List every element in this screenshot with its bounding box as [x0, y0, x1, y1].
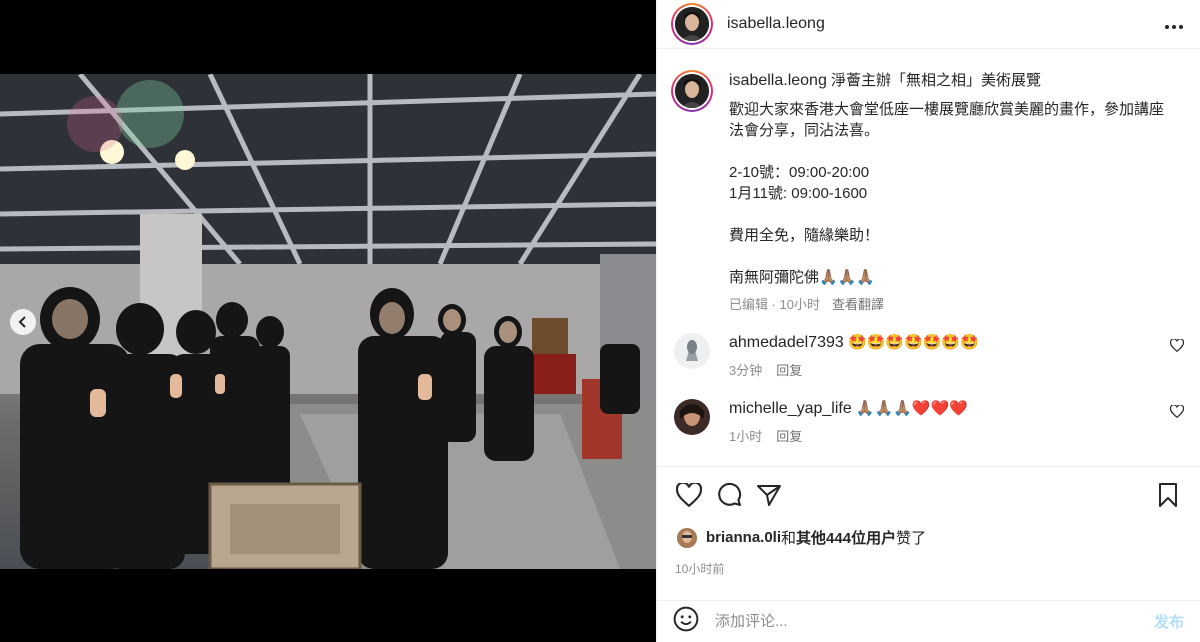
post-header: isabella.leong	[657, 0, 1200, 49]
likes-suffix: 赞了	[896, 530, 927, 547]
likes-joiner: 和	[781, 530, 797, 547]
post-caption: isabella.leong 淨薈主辦「無相之相」美術展覽 歡迎大家來香港大會堂…	[671, 70, 1184, 313]
avatar-image	[675, 7, 709, 41]
heart-icon	[1169, 404, 1185, 419]
emoji-button[interactable]	[673, 606, 699, 637]
avatar-image	[675, 74, 709, 108]
add-comment-bar: 发布	[657, 600, 1200, 642]
likes-summary: brianna.0li 和其他444位用户 赞了	[677, 527, 926, 548]
commenter-avatar[interactable]	[674, 399, 710, 435]
avatar-image	[677, 527, 697, 548]
comment-item: michelle_yap_life 🙏🏽🙏🏽🙏🏽❤️❤️❤️ 1小时 回复	[671, 399, 1185, 445]
comment-time: 1小时	[729, 429, 763, 444]
carousel-prev-button[interactable]	[10, 309, 36, 335]
likes-count[interactable]: 其他444位用户	[796, 527, 896, 548]
heart-icon	[676, 482, 702, 507]
bookmark-icon	[1159, 482, 1177, 507]
share-button[interactable]	[749, 475, 789, 515]
photo-illustration	[0, 74, 656, 569]
comment-like-button[interactable]	[1169, 404, 1185, 423]
like-button[interactable]	[669, 475, 709, 515]
caption-text: 歡迎大家來香港大會堂低座一樓展覽廳欣賞美麗的畫作，參加講座法會分享，同沾法喜。 …	[729, 101, 1165, 286]
comments-list[interactable]: isabella.leong 淨薈主辦「無相之相」美術展覽 歡迎大家來香港大會堂…	[657, 58, 1200, 458]
media-panel	[0, 0, 656, 642]
emoji-icon	[673, 606, 699, 632]
post-comment-button[interactable]: 发布	[1154, 611, 1184, 632]
author-avatar[interactable]	[671, 3, 713, 45]
commenter-avatar[interactable]	[674, 333, 710, 369]
post-timestamp[interactable]: 10小时前	[675, 560, 724, 577]
author-username[interactable]: isabella.leong	[727, 15, 825, 33]
caption-username[interactable]: isabella.leong	[729, 72, 827, 89]
chevron-left-icon	[18, 316, 26, 328]
caption-author-avatar[interactable]	[671, 70, 713, 112]
see-translation-button[interactable]: 查看翻譯	[832, 294, 884, 313]
more-icon	[1165, 24, 1183, 29]
comment-icon	[717, 482, 741, 506]
comment-text: 🙏🏽🙏🏽🙏🏽❤️❤️❤️	[855, 400, 968, 417]
comment-input[interactable]	[715, 613, 1154, 630]
reply-button[interactable]: 回复	[776, 360, 802, 379]
post-actions-bar	[657, 466, 1200, 522]
comment-item: ahmedadel7393 🤩🤩🤩🤩🤩🤩🤩 3分钟 回复	[671, 333, 1185, 379]
comment-like-button[interactable]	[1169, 338, 1185, 357]
share-icon	[757, 484, 781, 506]
comment-time: 3分钟	[729, 363, 763, 378]
heart-icon	[1169, 338, 1185, 353]
post-photo[interactable]	[0, 74, 656, 569]
comment-username[interactable]: ahmedadel7393	[729, 334, 844, 351]
save-button[interactable]	[1148, 475, 1188, 515]
post-details-panel: isabella.leong isabella.leong 淨薈主辦「無相之相」…	[656, 0, 1200, 642]
caption-edited-time: 已编辑 · 10小时	[729, 297, 821, 312]
caption-title: 淨薈主辦「無相之相」美術展覽	[831, 72, 1042, 89]
avatar-image	[674, 333, 710, 369]
avatar-image	[674, 399, 710, 435]
comment-username[interactable]: michelle_yap_life	[729, 400, 852, 417]
comment-button[interactable]	[709, 475, 749, 515]
instagram-post-view: isabella.leong isabella.leong 淨薈主辦「無相之相」…	[0, 0, 1200, 642]
liker-username[interactable]: brianna.0li	[706, 529, 781, 546]
more-options-button[interactable]	[1164, 13, 1184, 36]
liker-avatar[interactable]	[677, 527, 697, 548]
comment-text: 🤩🤩🤩🤩🤩🤩🤩	[847, 334, 979, 351]
reply-button[interactable]: 回复	[776, 426, 802, 445]
